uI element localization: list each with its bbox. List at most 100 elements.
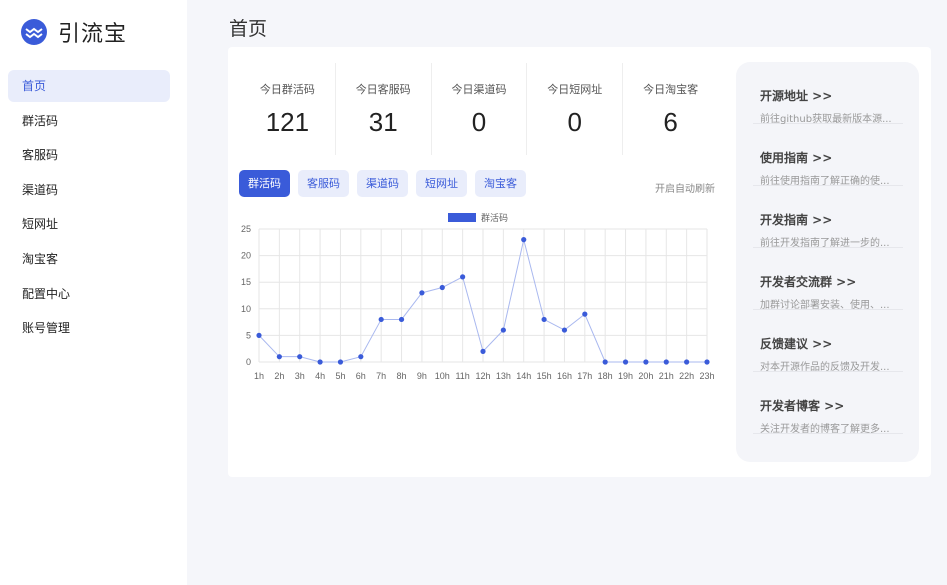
x-tick-label: 18h [598, 371, 613, 381]
link-title: 开发者博客 >> [760, 399, 845, 413]
x-tick-label: 12h [475, 371, 490, 381]
link-dev-group[interactable]: 开发者交流群 >> 加群讨论部署安装、使用、... [753, 248, 903, 311]
link-feedback[interactable]: 反馈建议 >> 对本开源作品的反馈及开发... [753, 310, 903, 373]
stat-value: 6 [663, 107, 678, 137]
stat-channel-code: 今日渠道码 0 [432, 63, 528, 155]
tab-channel-code[interactable]: 渠道码 [357, 170, 408, 197]
y-tick-label: 10 [241, 304, 251, 314]
link-dev-guide[interactable]: 开发指南 >> 前往开发指南了解进一步的... [753, 186, 903, 249]
logo-icon [20, 18, 48, 46]
x-tick-label: 22h [679, 371, 694, 381]
y-tick-label: 15 [241, 277, 251, 287]
x-tick-label: 4h [315, 371, 325, 381]
link-title: 开源地址 >> [760, 89, 833, 103]
y-tick-label: 25 [241, 224, 251, 234]
data-point [582, 311, 588, 317]
link-desc: 前往开发指南了解进一步的... [760, 238, 890, 249]
stat-short-url: 今日短网址 0 [527, 63, 624, 155]
data-point [317, 359, 323, 365]
stat-value: 121 [265, 107, 310, 137]
stat-label: 今日客服码 [355, 83, 411, 96]
link-desc: 前往使用指南了解正确的使... [760, 176, 890, 187]
x-tick-label: 8h [397, 371, 407, 381]
link-open-source[interactable]: 开源地址 >> 前往github获取最新版本源... [753, 62, 903, 125]
x-tick-label: 16h [557, 371, 572, 381]
link-title: 反馈建议 >> [760, 337, 833, 351]
data-point [480, 348, 486, 354]
sidebar-item-group-code[interactable]: 群活码 [8, 105, 170, 137]
x-tick-label: 13h [496, 371, 511, 381]
link-title: 使用指南 >> [760, 151, 833, 165]
stat-service-code: 今日客服码 31 [336, 63, 432, 155]
link-title: 开发指南 >> [760, 213, 833, 227]
data-point [398, 316, 405, 323]
data-point [378, 316, 384, 323]
data-point [704, 359, 710, 365]
x-tick-label: 2h [274, 371, 284, 381]
stat-label: 今日短网址 [547, 83, 603, 96]
dashboard-card: 今日群活码 121 今日客服码 31 今日渠道码 0 今日短网址 0 今日淘宝客… [228, 47, 931, 477]
y-tick-label: 5 [246, 330, 251, 340]
sidebar-item-service-code[interactable]: 客服码 [8, 139, 170, 171]
stat-group-code: 今日群活码 121 [240, 63, 336, 155]
sidebar-item-home[interactable]: 首页 [8, 70, 170, 102]
y-tick-label: 0 [246, 357, 251, 367]
sidebar-item-short-url[interactable]: 短网址 [8, 208, 170, 240]
link-desc: 对本开源作品的反馈及开发... [760, 362, 890, 373]
link-title: 开发者交流群 >> [760, 275, 857, 289]
sidebar-item-account[interactable]: 账号管理 [8, 312, 170, 344]
stat-value: 0 [471, 107, 487, 137]
data-point [460, 274, 466, 280]
tab-group-code[interactable]: 群活码 [239, 170, 290, 197]
link-user-guide[interactable]: 使用指南 >> 前往使用指南了解正确的使... [753, 124, 903, 187]
link-desc: 前往github获取最新版本源... [760, 114, 892, 125]
tab-service-code[interactable]: 客服码 [298, 170, 349, 197]
data-point [622, 359, 629, 365]
data-point [358, 354, 364, 360]
data-point [521, 237, 527, 243]
sidebar-nav: 首页 群活码 客服码 渠道码 短网址 淘宝客 配置中心 账号管理 [8, 70, 170, 347]
stat-label: 今日渠道码 [451, 83, 507, 96]
sidebar-item-config-center[interactable]: 配置中心 [8, 278, 170, 310]
x-tick-label: 21h [659, 371, 674, 381]
x-tick-label: 17h [577, 371, 592, 381]
stats-row: 今日群活码 121 今日客服码 31 今日渠道码 0 今日短网址 0 今日淘宝客… [240, 63, 718, 155]
sidebar-item-channel-code[interactable]: 渠道码 [8, 174, 170, 206]
x-tick-label: 9h [417, 371, 427, 381]
x-tick-label: 11h [455, 371, 469, 381]
stat-taobaoke: 今日淘宝客 6 [623, 63, 718, 155]
link-desc: 加群讨论部署安装、使用、... [760, 300, 890, 311]
data-point [663, 359, 669, 365]
app-logo[interactable]: 引流宝 [20, 17, 127, 47]
sidebar-item-taobaoke[interactable]: 淘宝客 [8, 243, 170, 275]
data-point [439, 284, 445, 291]
data-point [541, 316, 547, 323]
data-point [643, 359, 649, 365]
x-tick-label: 1h [254, 371, 264, 381]
data-point [561, 327, 568, 333]
line-chart: 0 5 10 15 20 25 1h 2h 3h 4h 5h 6h 7h 8h 9h 10h 11h 12h 13h… [241, 212, 715, 381]
x-tick-label: 7h [376, 371, 386, 381]
data-point [276, 354, 282, 360]
data-point [602, 359, 608, 365]
x-tick-label: 6h [356, 371, 366, 381]
tab-taobaoke[interactable]: 淘宝客 [475, 170, 526, 197]
x-tick-label: 3h [295, 371, 305, 381]
auto-refresh-toggle[interactable]: 开启自动刷新 [655, 180, 715, 195]
data-point [256, 332, 262, 338]
chart-tabs: 群活码 客服码 渠道码 短网址 淘宝客 [239, 170, 534, 197]
tab-short-url[interactable]: 短网址 [416, 170, 467, 197]
x-tick-label: 14h [516, 371, 531, 381]
app-name: 引流宝 [58, 22, 128, 47]
link-dev-blog[interactable]: 开发者博客 >> 关注开发者的博客了解更多... [753, 372, 903, 435]
stat-value: 0 [567, 107, 583, 137]
stat-label: 今日群活码 [259, 83, 315, 96]
legend-swatch [448, 213, 476, 222]
x-tick-label: 23h [699, 371, 714, 381]
stat-label: 今日淘宝客 [643, 83, 699, 96]
x-tick-label: 19h [618, 371, 633, 381]
data-point [297, 354, 303, 360]
links-panel: 开源地址 >> 前往github获取最新版本源... 使用指南 >> 前往使用指… [736, 62, 919, 462]
link-desc: 关注开发者的博客了解更多... [760, 424, 890, 435]
y-tick-label: 20 [241, 251, 251, 261]
